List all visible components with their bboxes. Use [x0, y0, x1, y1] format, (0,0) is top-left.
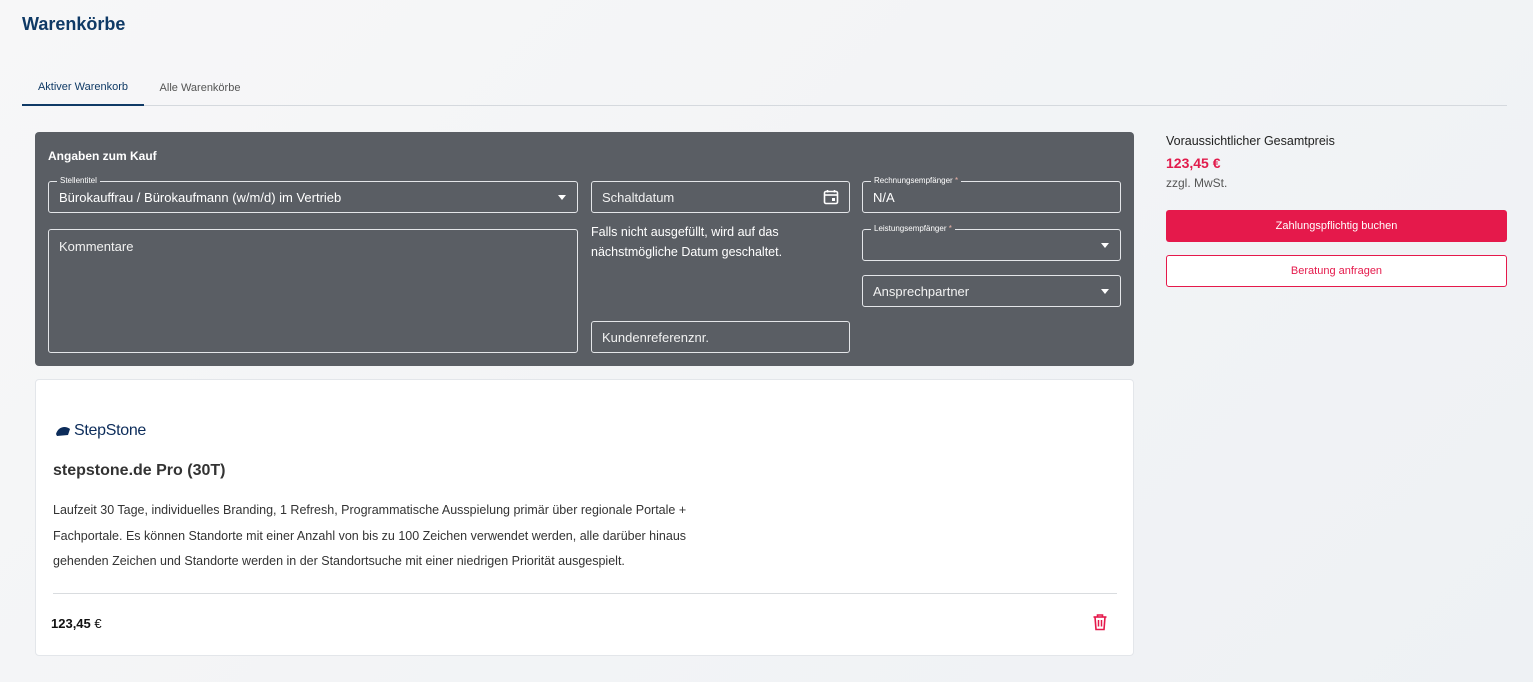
total-label: Voraussichtlicher Gesamtpreis [1166, 134, 1335, 148]
leistungsempfaenger-select[interactable]: Leistungsempfänger * [862, 224, 1121, 261]
kundenreferenz-placeholder: Kundenreferenznr. [602, 330, 709, 345]
brand-logo: StepStone [55, 422, 146, 440]
stellentitel-label: Stellentitel [57, 176, 100, 186]
trash-icon[interactable] [1092, 613, 1108, 631]
stepstone-logo-icon [56, 426, 70, 436]
schaltdatum-placeholder: Schaltdatum [602, 190, 675, 205]
book-button[interactable]: Zahlungspflichtig buchen [1166, 210, 1507, 242]
divider [53, 593, 1117, 594]
schaltdatum-hint: Falls nicht ausgefüllt, wird auf das näc… [591, 225, 783, 259]
order-summary: Voraussichtlicher Gesamtpreis 123,45 € z… [1166, 134, 1507, 287]
page-title: Warenkörbe [22, 14, 126, 34]
product-title: stepstone.de Pro (30T) [53, 462, 226, 479]
kommentare-textarea[interactable]: Kommentare [48, 229, 578, 353]
product-price: 123,45 € [51, 616, 102, 631]
total-price: 123,45 € [1166, 155, 1221, 171]
stellentitel-select[interactable]: Stellentitel Bürokauffrau / Bürokaufmann… [48, 176, 578, 213]
brand-name: StepStone [74, 422, 147, 439]
product-card: StepStone stepstone.de Pro (30T) Laufzei… [35, 379, 1134, 656]
vat-note: zzgl. MwSt. [1166, 176, 1228, 190]
rechnungsempfaenger-label: Rechnungsempfänger * [871, 176, 962, 186]
rechnungsempfaenger-field[interactable]: Rechnungsempfänger * N/A [862, 176, 1121, 213]
chevron-down-icon [1101, 243, 1109, 248]
kommentare-placeholder: Kommentare [59, 239, 134, 254]
rechnungsempfaenger-value: N/A [873, 190, 895, 205]
product-description: Laufzeit 30 Tage, individuelles Branding… [53, 503, 687, 568]
tab-alle-warenkoerbe[interactable]: Alle Warenkörbe [144, 70, 256, 106]
ansprechpartner-placeholder: Ansprechpartner [873, 284, 970, 299]
consult-button[interactable]: Beratung anfragen [1166, 255, 1507, 287]
stellentitel-value: Bürokauffrau / Bürokaufmann (w/m/d) im V… [59, 190, 342, 205]
leistungsempfaenger-label: Leistungsempfänger * [871, 224, 955, 234]
kundenreferenz-input[interactable]: Kundenreferenznr. [591, 321, 850, 353]
tab-aktiver-warenkorb[interactable]: Aktiver Warenkorb [22, 70, 144, 106]
purchase-details-panel: Angaben zum Kauf Stellentitel Bürokauffr… [35, 132, 1134, 366]
chevron-down-icon [558, 195, 566, 200]
schaltdatum-input[interactable]: Schaltdatum [591, 181, 850, 213]
calendar-icon[interactable] [823, 189, 839, 205]
tab-bar: Aktiver Warenkorb Alle Warenkörbe [22, 70, 1507, 106]
ansprechpartner-select[interactable]: Ansprechpartner [862, 275, 1121, 307]
chevron-down-icon [1101, 289, 1109, 294]
form-title: Angaben zum Kauf [48, 149, 157, 163]
